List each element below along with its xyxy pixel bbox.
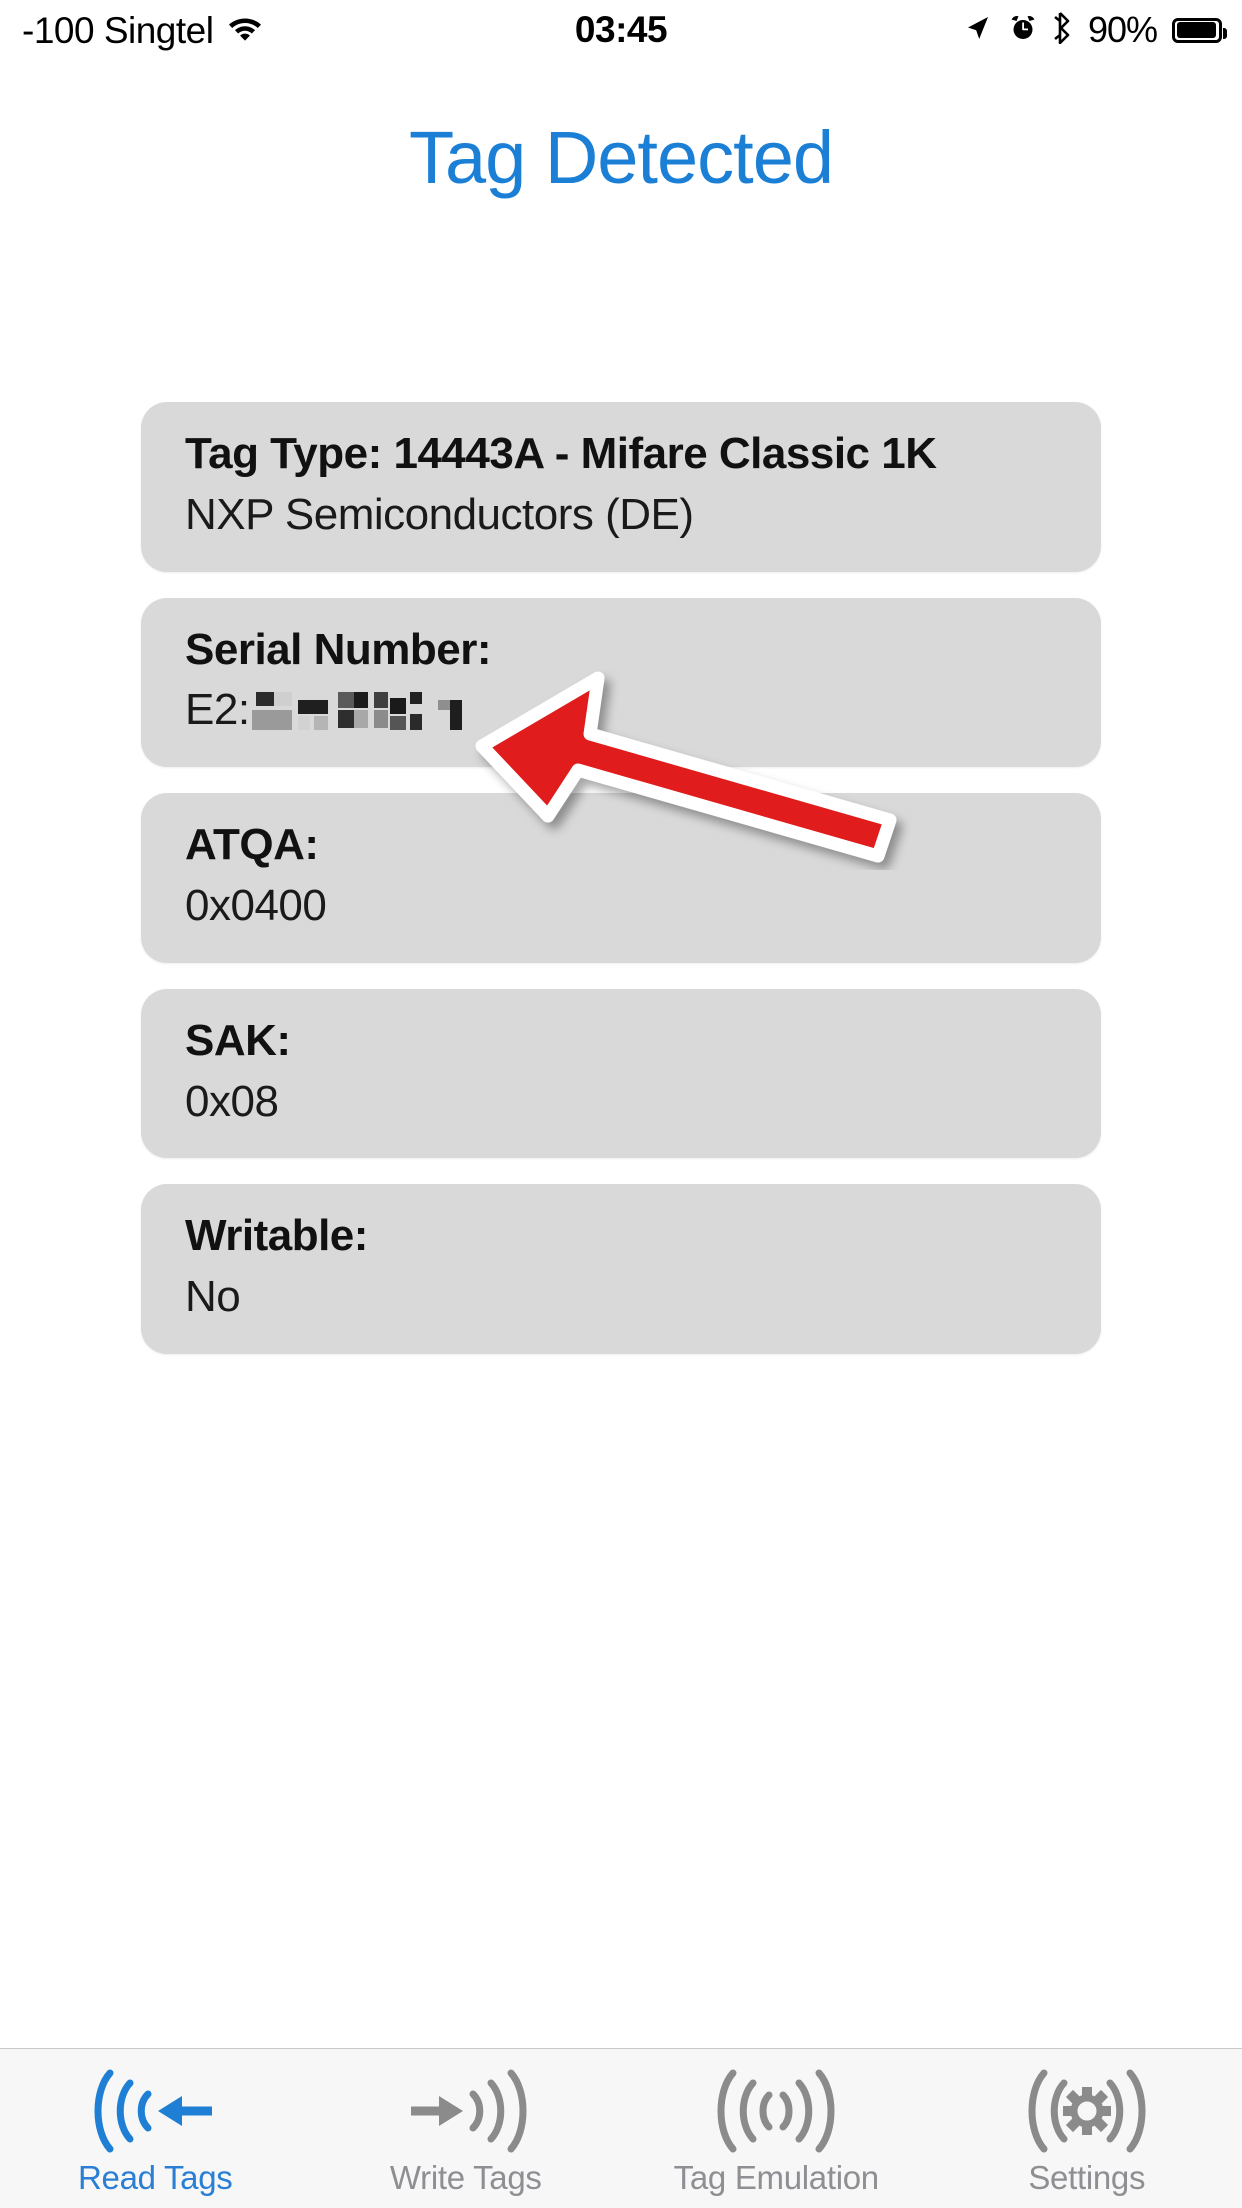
tab-read-tags-label: Read Tags: [78, 2159, 233, 2196]
battery-percent-label: 90%: [1087, 9, 1158, 50]
card-sak-title: SAK:: [185, 1015, 291, 1065]
card-atqa-title: ATQA:: [185, 820, 319, 870]
status-bar: -100 Singtel 03:45 90%: [0, 0, 1242, 60]
tab-settings-label: Settings: [1028, 2159, 1146, 2196]
alarm-clock-icon: [1008, 13, 1038, 48]
page-title: Tag Detected: [408, 116, 834, 199]
redaction-pixelation: [251, 688, 472, 734]
card-writable: Writable: No: [141, 1184, 1101, 1354]
tab-tag-emulation[interactable]: Tag Emulation: [621, 2049, 932, 2208]
status-bar-right: 90%: [963, 0, 1227, 60]
card-sak-value: 0x08: [185, 1076, 279, 1126]
card-atqa: ATQA: 0x0400: [141, 793, 1101, 963]
tab-write-tags[interactable]: Write Tags: [311, 2049, 622, 2208]
battery-icon: [1172, 17, 1227, 43]
card-sak: SAK: 0x08: [141, 988, 1101, 1159]
nfc-read-icon: [90, 2067, 220, 2155]
tab-tag-emulation-label: Tag Emulation: [673, 2159, 880, 2196]
card-tag-type-value: NXP Semiconductors (DE): [185, 489, 694, 539]
card-serial-number-value-row: E2:: [185, 683, 1057, 737]
tab-write-tags-label: Write Tags: [389, 2159, 542, 2196]
card-serial-number-title: Serial Number:: [185, 624, 491, 674]
card-serial-number-value: E2:: [185, 685, 250, 735]
nfc-settings-gear-icon: [1022, 2067, 1152, 2155]
card-serial-number: Serial Number: E2:: [141, 597, 1101, 768]
card-writable-title: Writable:: [185, 1211, 368, 1261]
clock-label: 03:45: [574, 9, 668, 50]
bluetooth-icon: [1053, 11, 1073, 49]
card-writable-value: No: [185, 1272, 241, 1322]
nfc-write-icon: [401, 2067, 531, 2155]
tab-settings[interactable]: Settings: [932, 2049, 1242, 2208]
location-arrow-icon: [963, 13, 993, 48]
tab-read-tags[interactable]: Read Tags: [0, 2049, 311, 2208]
nfc-emulation-icon: [711, 2067, 841, 2155]
card-atqa-value: 0x0400: [185, 881, 327, 931]
tab-bar: Read Tags Write Tags Tag Emulation Setti…: [0, 2048, 1242, 2208]
card-tag-type: Tag Type: 14443A - Mifare Classic 1K NXP…: [141, 402, 1101, 572]
tag-info-list: Tag Type: 14443A - Mifare Classic 1K NXP…: [141, 402, 1101, 1380]
card-tag-type-title: Tag Type: 14443A - Mifare Classic 1K: [185, 429, 937, 478]
app-screen: -100 Singtel 03:45 90% Tag Detected Tag …: [0, 0, 1242, 2208]
